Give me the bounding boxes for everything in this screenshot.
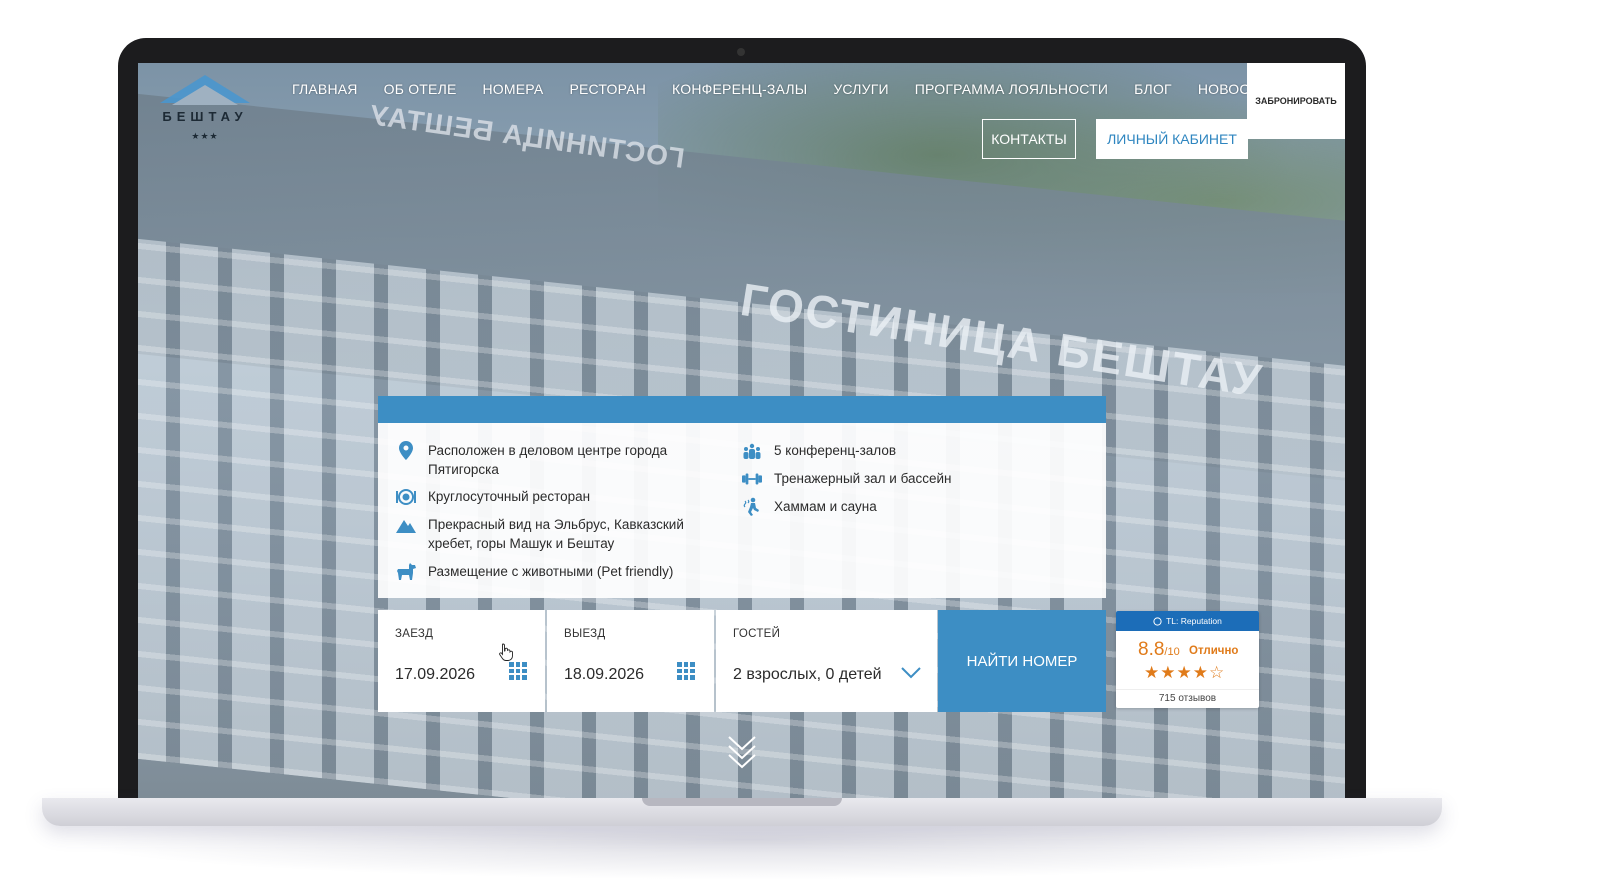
mountain-icon (396, 515, 416, 534)
features-card-header (378, 396, 1106, 423)
plate-icon (396, 487, 416, 506)
main-nav: ГЛАВНАЯ ОБ ОТЕЛЕ НОМЕРА РЕСТОРАН КОНФЕРЕ… (292, 81, 1268, 97)
nav-item-blog[interactable]: БЛОГ (1134, 81, 1172, 97)
feature-text: Прекрасный вид на Эльбрус, Кавказский хр… (428, 517, 684, 551)
checkin-field[interactable]: ЗАЕЗД 17.09.2026 (378, 610, 545, 712)
guests-field[interactable]: ГОСТЕЙ 2 взрослых, 0 детей (716, 610, 937, 712)
feature-item: Размещение с животными (Pet friendly) (396, 562, 706, 581)
feature-text: Размещение с животными (Pet friendly) (428, 564, 674, 579)
features-card: Расположен в деловом центре города Пятиг… (378, 423, 1106, 598)
find-room-button[interactable]: НАЙТИ НОМЕР (938, 610, 1106, 712)
feature-text: 5 конференц-залов (774, 443, 897, 458)
scroll-down-icon[interactable] (726, 735, 758, 771)
hand-cursor-icon (499, 643, 513, 661)
feature-item: Круглосуточный ресторан (396, 487, 706, 506)
reputation-word: Отлично (1189, 645, 1239, 657)
guests-label: ГОСТЕЙ (733, 628, 781, 640)
calendar-icon[interactable] (677, 662, 695, 680)
rating-stars-icon: ★★★★☆ (1144, 663, 1226, 682)
score-value: 8.8 (1138, 639, 1165, 660)
checkout-label: ВЫЕЗД (564, 628, 606, 640)
checkin-label: ЗАЕЗД (395, 628, 434, 640)
feature-text: Расположен в деловом центре города Пятиг… (428, 443, 668, 477)
camera-dot (737, 48, 745, 56)
logo-stars: ★★★ (191, 131, 219, 141)
map-pin-icon (396, 441, 416, 460)
feature-text: Хаммам и сауна (774, 499, 877, 514)
laptop-notch (642, 798, 842, 806)
nav-item-rooms[interactable]: НОМЕРА (483, 81, 544, 97)
nav-item-restaurant[interactable]: РЕСТОРАН (569, 81, 646, 97)
feature-item: 5 конференц-залов (742, 441, 1042, 460)
feature-item: Тренажерный зал и бассейн (742, 469, 1042, 488)
reputation-widget[interactable]: TL: Reputation 8.8/10 Отлично ★★★★☆ 715 … (1116, 611, 1259, 708)
sauna-icon (742, 497, 762, 516)
dog-icon (396, 562, 416, 581)
checkout-value[interactable]: 18.09.2026 (564, 666, 644, 684)
personal-cabinet-button[interactable]: ЛИЧНЫЙ КАБИНЕТ (1096, 119, 1248, 159)
nav-item-conference[interactable]: КОНФЕРЕНЦ-ЗАЛЫ (672, 81, 807, 97)
logo-name: БЕШТАУ (162, 109, 248, 124)
calendar-icon[interactable] (509, 662, 527, 680)
feature-text: Тренажерный зал и бассейн (774, 471, 952, 486)
logo-roof-inner (172, 85, 238, 105)
reputation-provider: TL: Reputation (1166, 616, 1222, 626)
reputation-header: TL: Reputation (1116, 611, 1259, 631)
reviews-count: 715 отзывов (1116, 689, 1259, 704)
feature-text: Круглосуточный ресторан (428, 489, 591, 504)
hotel-logo[interactable]: БЕШТАУ ★★★ (150, 75, 260, 151)
feature-item: Хаммам и сауна (742, 497, 1042, 516)
contacts-button[interactable]: КОНТАКТЫ (982, 119, 1076, 159)
checkout-field[interactable]: ВЫЕЗД 18.09.2026 (547, 610, 714, 712)
book-button[interactable]: ЗАБРОНИРОВАТЬ (1247, 63, 1345, 139)
nav-item-home[interactable]: ГЛАВНАЯ (292, 81, 358, 97)
reputation-score: 8.8/10 (1138, 639, 1180, 661)
laptop-base (42, 798, 1442, 826)
guests-value[interactable]: 2 взрослых, 0 детей (733, 666, 882, 684)
feature-item: Прекрасный вид на Эльбрус, Кавказский хр… (396, 515, 706, 553)
dumbbell-icon (742, 469, 762, 488)
score-scale: /10 (1164, 646, 1180, 658)
checkin-value[interactable]: 17.09.2026 (395, 666, 475, 684)
people-icon (742, 441, 762, 460)
website-screen: ГОСТИНИЦА БЕШТАУ ГОСТИНИЦА БЕШТАУ БЕШТАУ… (138, 63, 1345, 798)
nav-item-loyalty[interactable]: ПРОГРАММА ЛОЯЛЬНОСТИ (915, 81, 1108, 97)
feature-item: Расположен в деловом центре города Пятиг… (396, 441, 706, 479)
nav-item-services[interactable]: УСЛУГИ (833, 81, 888, 97)
chevron-down-icon[interactable] (901, 667, 921, 679)
chat-icon (1153, 616, 1162, 626)
nav-item-about[interactable]: ОБ ОТЕЛЕ (384, 81, 457, 97)
